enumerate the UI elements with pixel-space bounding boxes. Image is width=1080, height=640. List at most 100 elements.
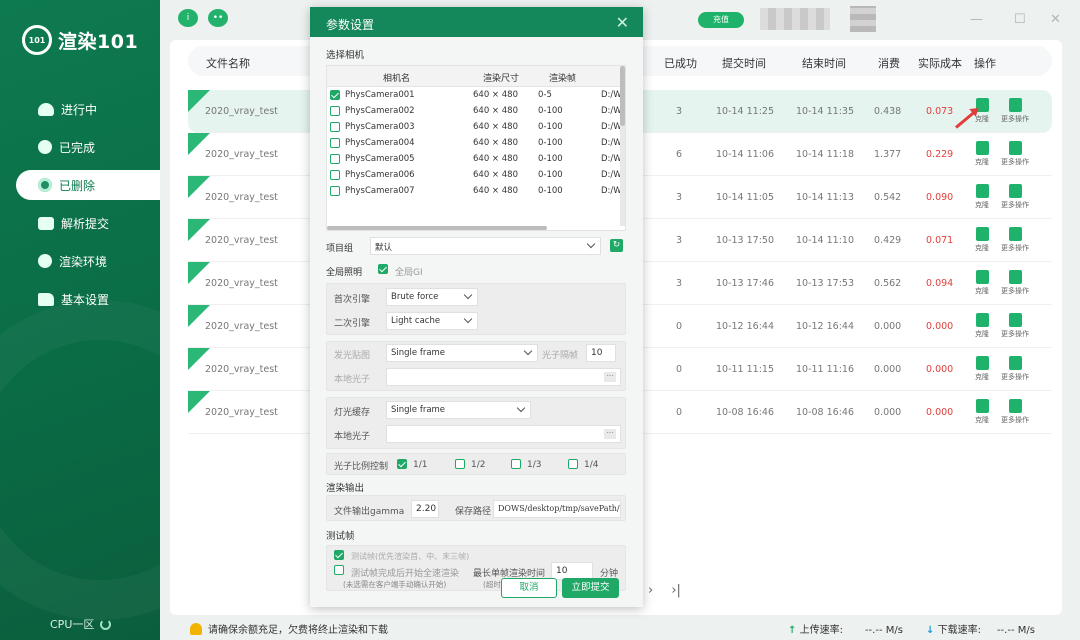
camera-checkbox[interactable] bbox=[330, 186, 340, 196]
col-success: 已成功 bbox=[664, 57, 697, 70]
clone-label: 克隆 bbox=[975, 330, 989, 338]
photon-map-select[interactable]: Single frame bbox=[386, 344, 538, 362]
sidebar-item-deleted[interactable]: 已删除 bbox=[16, 170, 160, 200]
camera-row[interactable]: PhysCamera005 640 × 480 0-100 D:/W bbox=[327, 151, 625, 167]
photon-ratio-panel: 光子比例控制 1/1 1/2 1/3 1/4 bbox=[326, 453, 626, 475]
recharge-button[interactable]: 充值 bbox=[698, 12, 744, 28]
next-page-button[interactable]: › bbox=[648, 583, 653, 598]
file-name: 2020_vray_test bbox=[205, 321, 278, 332]
sidebar-item-parse-submit[interactable]: 解析提交 bbox=[16, 208, 160, 238]
gi-label: 全局照明 bbox=[326, 268, 363, 278]
cloud-icon bbox=[38, 102, 54, 116]
gi-checkbox[interactable] bbox=[378, 264, 388, 274]
last-page-button[interactable]: ›| bbox=[671, 583, 681, 598]
cancel-button[interactable]: 取消 bbox=[501, 578, 557, 598]
local-photon2-label: 本地光子 bbox=[334, 432, 371, 442]
file-name: 2020_vray_test bbox=[205, 192, 278, 203]
camera-name: PhysCamera001 bbox=[345, 90, 415, 100]
cam-col-name: 相机名 bbox=[383, 74, 411, 84]
chat-icon[interactable]: •• bbox=[208, 9, 228, 27]
sidebar-item-label: 渲染环境 bbox=[59, 254, 108, 269]
ratio-label: 1/1 bbox=[413, 460, 428, 470]
browse-icon[interactable]: ··· bbox=[604, 429, 616, 439]
camera-row[interactable]: PhysCamera002 640 × 480 0-100 D:/W bbox=[327, 103, 625, 119]
more-actions-button[interactable]: 更多操作 bbox=[998, 227, 1032, 253]
submit-button[interactable]: 立即提交 bbox=[562, 578, 619, 598]
gamma-input[interactable]: 2.20 bbox=[411, 500, 439, 518]
more-actions-button[interactable]: 更多操作 bbox=[998, 270, 1032, 296]
clone-button[interactable]: 克隆 bbox=[965, 313, 999, 339]
logo-name: 渲染101 bbox=[58, 30, 139, 53]
camera-row[interactable]: PhysCamera001 640 × 480 0-5 D:/W bbox=[327, 87, 625, 103]
clone-button[interactable]: 克隆 bbox=[965, 399, 999, 425]
camera-row[interactable]: PhysCamera003 640 × 480 0-100 D:/W bbox=[327, 119, 625, 135]
camera-checkbox[interactable] bbox=[330, 138, 340, 148]
shield-icon[interactable]: i bbox=[178, 9, 198, 27]
logo-badge: 101 bbox=[22, 25, 52, 55]
more-actions-button[interactable]: 更多操作 bbox=[998, 356, 1032, 382]
close-icon[interactable]: ✕ bbox=[616, 13, 629, 32]
project-group-value: 默认 bbox=[375, 243, 393, 253]
sidebar-item-settings[interactable]: 基本设置 bbox=[16, 284, 160, 314]
download-label: 下载速率: bbox=[937, 625, 981, 636]
full-speed-checkbox[interactable] bbox=[334, 565, 344, 575]
test-frame-checkbox[interactable] bbox=[334, 550, 344, 560]
more-actions-button[interactable]: 更多操作 bbox=[998, 399, 1032, 425]
clone-label: 克隆 bbox=[975, 201, 989, 209]
avatar[interactable] bbox=[850, 6, 876, 32]
camera-table-hscrollbar[interactable] bbox=[327, 226, 547, 230]
clone-button[interactable]: 克隆 bbox=[965, 227, 999, 253]
maximize-icon[interactable]: ☐ bbox=[1014, 12, 1026, 27]
camera-checkbox[interactable] bbox=[330, 90, 340, 100]
file-name: 2020_vray_test bbox=[205, 106, 278, 117]
more-actions-button[interactable]: 更多操作 bbox=[998, 141, 1032, 167]
col-ops: 操作 bbox=[974, 57, 996, 70]
camera-checkbox[interactable] bbox=[330, 106, 340, 116]
ratio-checkbox[interactable] bbox=[511, 459, 521, 469]
clipboard-icon bbox=[975, 227, 989, 241]
project-group-select[interactable]: 默认 bbox=[370, 237, 601, 255]
minimize-icon[interactable]: — bbox=[970, 12, 983, 27]
local-photon-input[interactable]: ··· bbox=[386, 368, 621, 386]
browse-icon[interactable]: ··· bbox=[604, 372, 616, 382]
sidebar-item-completed[interactable]: 已完成 bbox=[16, 132, 160, 162]
camera-name: PhysCamera007 bbox=[345, 186, 415, 196]
more-actions-button[interactable]: 更多操作 bbox=[998, 98, 1032, 124]
clone-button[interactable]: 克隆 bbox=[965, 141, 999, 167]
camera-table-scrollbar[interactable] bbox=[620, 66, 625, 226]
photon-interval-input[interactable]: 10 bbox=[586, 344, 616, 362]
secondary-engine-select[interactable]: Light cache bbox=[386, 312, 478, 330]
refresh-icon[interactable]: ↻ bbox=[610, 239, 623, 252]
camera-table: 相机名 渲染尺寸 渲染帧 PhysCamera001 640 × 480 0-5 D:… bbox=[326, 65, 626, 231]
primary-engine-select[interactable]: Brute force bbox=[386, 288, 478, 306]
clipboard-icon bbox=[975, 399, 989, 413]
camera-checkbox[interactable] bbox=[330, 170, 340, 180]
check-icon bbox=[38, 140, 52, 154]
clone-button[interactable]: 克隆 bbox=[965, 356, 999, 382]
local-photon2-input[interactable]: ··· bbox=[386, 425, 621, 443]
more-icon bbox=[1008, 227, 1022, 241]
light-cache-panel: 灯光缓存 Single frame 本地光子 ··· bbox=[326, 397, 626, 449]
camera-row[interactable]: PhysCamera004 640 × 480 0-100 D:/W bbox=[327, 135, 625, 151]
engine-panel: 首次引擎 Brute force 二次引擎 Light cache bbox=[326, 283, 626, 335]
camera-checkbox[interactable] bbox=[330, 154, 340, 164]
file-name: 2020_vray_test bbox=[205, 235, 278, 246]
ratio-checkbox[interactable] bbox=[455, 459, 465, 469]
more-actions-button[interactable]: 更多操作 bbox=[998, 313, 1032, 339]
ratio-checkbox[interactable] bbox=[568, 459, 578, 469]
sidebar-item-render-env[interactable]: 渲染环境 bbox=[16, 246, 160, 276]
close-icon[interactable]: ✕ bbox=[1050, 12, 1061, 27]
app-logo: 101 渲染101 bbox=[22, 25, 138, 55]
camera-row[interactable]: PhysCamera006 640 × 480 0-100 D:/W bbox=[327, 167, 625, 183]
sidebar-item-in-progress[interactable]: 进行中 bbox=[16, 94, 160, 124]
clone-button[interactable]: 克隆 bbox=[965, 270, 999, 296]
light-cache-select[interactable]: Single frame bbox=[386, 401, 531, 419]
camera-checkbox[interactable] bbox=[330, 122, 340, 132]
more-actions-button[interactable]: 更多操作 bbox=[998, 184, 1032, 210]
save-path-input[interactable]: DOWS/desktop/tmp/savePath/ bbox=[493, 500, 621, 518]
cpu-region[interactable]: CPU一区 bbox=[50, 616, 112, 632]
camera-row[interactable]: PhysCamera007 640 × 480 0-100 D:/W bbox=[327, 183, 625, 199]
camera-size: 640 × 480 bbox=[473, 90, 518, 100]
clone-button[interactable]: 克隆 bbox=[965, 184, 999, 210]
ratio-checkbox[interactable] bbox=[397, 459, 407, 469]
